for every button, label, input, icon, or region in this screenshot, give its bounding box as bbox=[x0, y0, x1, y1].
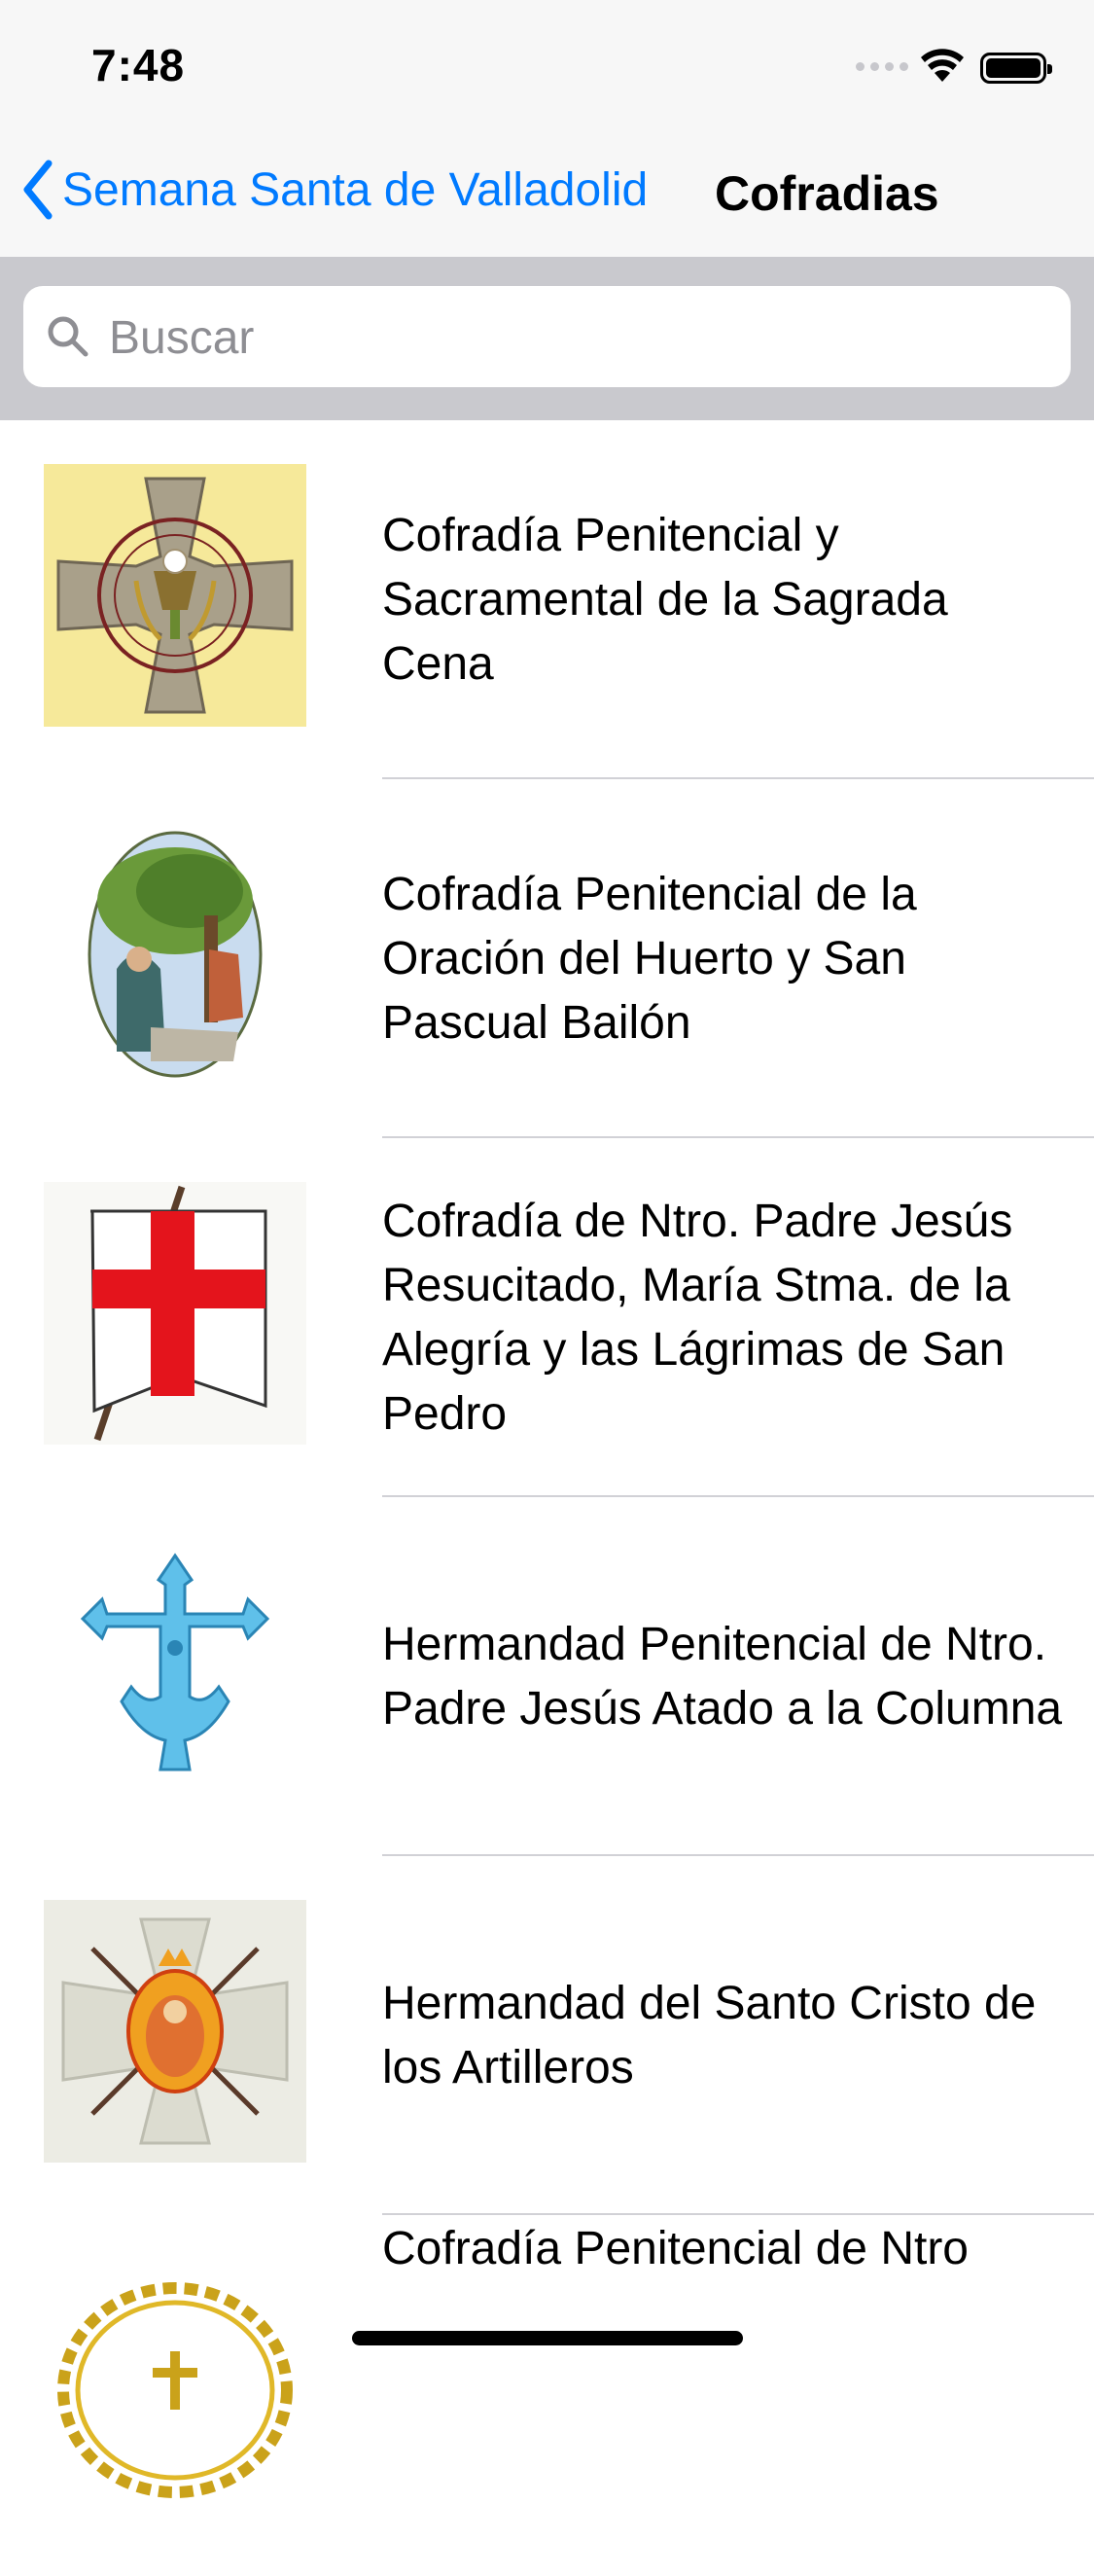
search-input[interactable] bbox=[107, 286, 1044, 389]
atado-columna-cross-icon bbox=[44, 1541, 306, 1804]
cellular-signal-icon bbox=[856, 62, 908, 71]
list-item-label: Hermandad del Santo Cristo de los Artill… bbox=[382, 1977, 1037, 2093]
list-item[interactable]: Hermandad Penitencial de Ntro. Padre Jes… bbox=[0, 1497, 1094, 1856]
sagrada-cena-emblem-icon bbox=[44, 464, 306, 727]
brotherhood-list: Cofradía Penitencial y Sacramental de la… bbox=[0, 420, 1094, 2574]
battery-icon bbox=[980, 53, 1052, 84]
list-item[interactable]: Cofradía Penitencial de Ntro bbox=[0, 2215, 1094, 2574]
back-button-label: Semana Santa de Valladolid bbox=[62, 163, 649, 216]
crown-of-thorns-icon bbox=[44, 2259, 306, 2522]
list-item[interactable]: Cofradía Penitencial de la Oración del H… bbox=[0, 779, 1094, 1138]
chevron-left-icon bbox=[23, 160, 53, 220]
status-bar: 7:48 bbox=[0, 0, 1094, 128]
back-button[interactable]: Semana Santa de Valladolid bbox=[21, 160, 648, 220]
status-time: 7:48 bbox=[91, 40, 186, 90]
wifi-icon bbox=[921, 49, 964, 82]
list-item-label: Cofradía Penitencial de la Oración del H… bbox=[382, 868, 917, 1049]
oracion-huerto-medallion-icon bbox=[44, 823, 306, 1086]
list-item-label: Cofradía Penitencial y Sacramental de la… bbox=[382, 509, 948, 690]
list-item[interactable]: Hermandad del Santo Cristo de los Artill… bbox=[0, 1856, 1094, 2215]
page-title: Cofradias bbox=[715, 166, 939, 221]
artilleros-cross-icon bbox=[44, 1900, 306, 2163]
navigation-bar: Semana Santa de Valladolid Cofradias bbox=[0, 128, 1094, 257]
list-item[interactable]: Cofradía de Ntro. Padre Jesús Resucitado… bbox=[0, 1138, 1094, 1497]
list-item[interactable]: Cofradía Penitencial y Sacramental de la… bbox=[0, 420, 1094, 779]
list-item-label: Hermandad Penitencial de Ntro. Padre Jes… bbox=[382, 1618, 1063, 1735]
list-item-label: Cofradía de Ntro. Padre Jesús Resucitado… bbox=[382, 1195, 1013, 1440]
search-bar bbox=[0, 257, 1094, 420]
search-icon bbox=[48, 316, 88, 357]
search-field[interactable] bbox=[23, 286, 1071, 389]
home-indicator[interactable] bbox=[352, 2331, 743, 2345]
resucitado-banner-icon bbox=[44, 1182, 306, 1445]
list-item-label: Cofradía Penitencial de Ntro bbox=[382, 2223, 969, 2274]
